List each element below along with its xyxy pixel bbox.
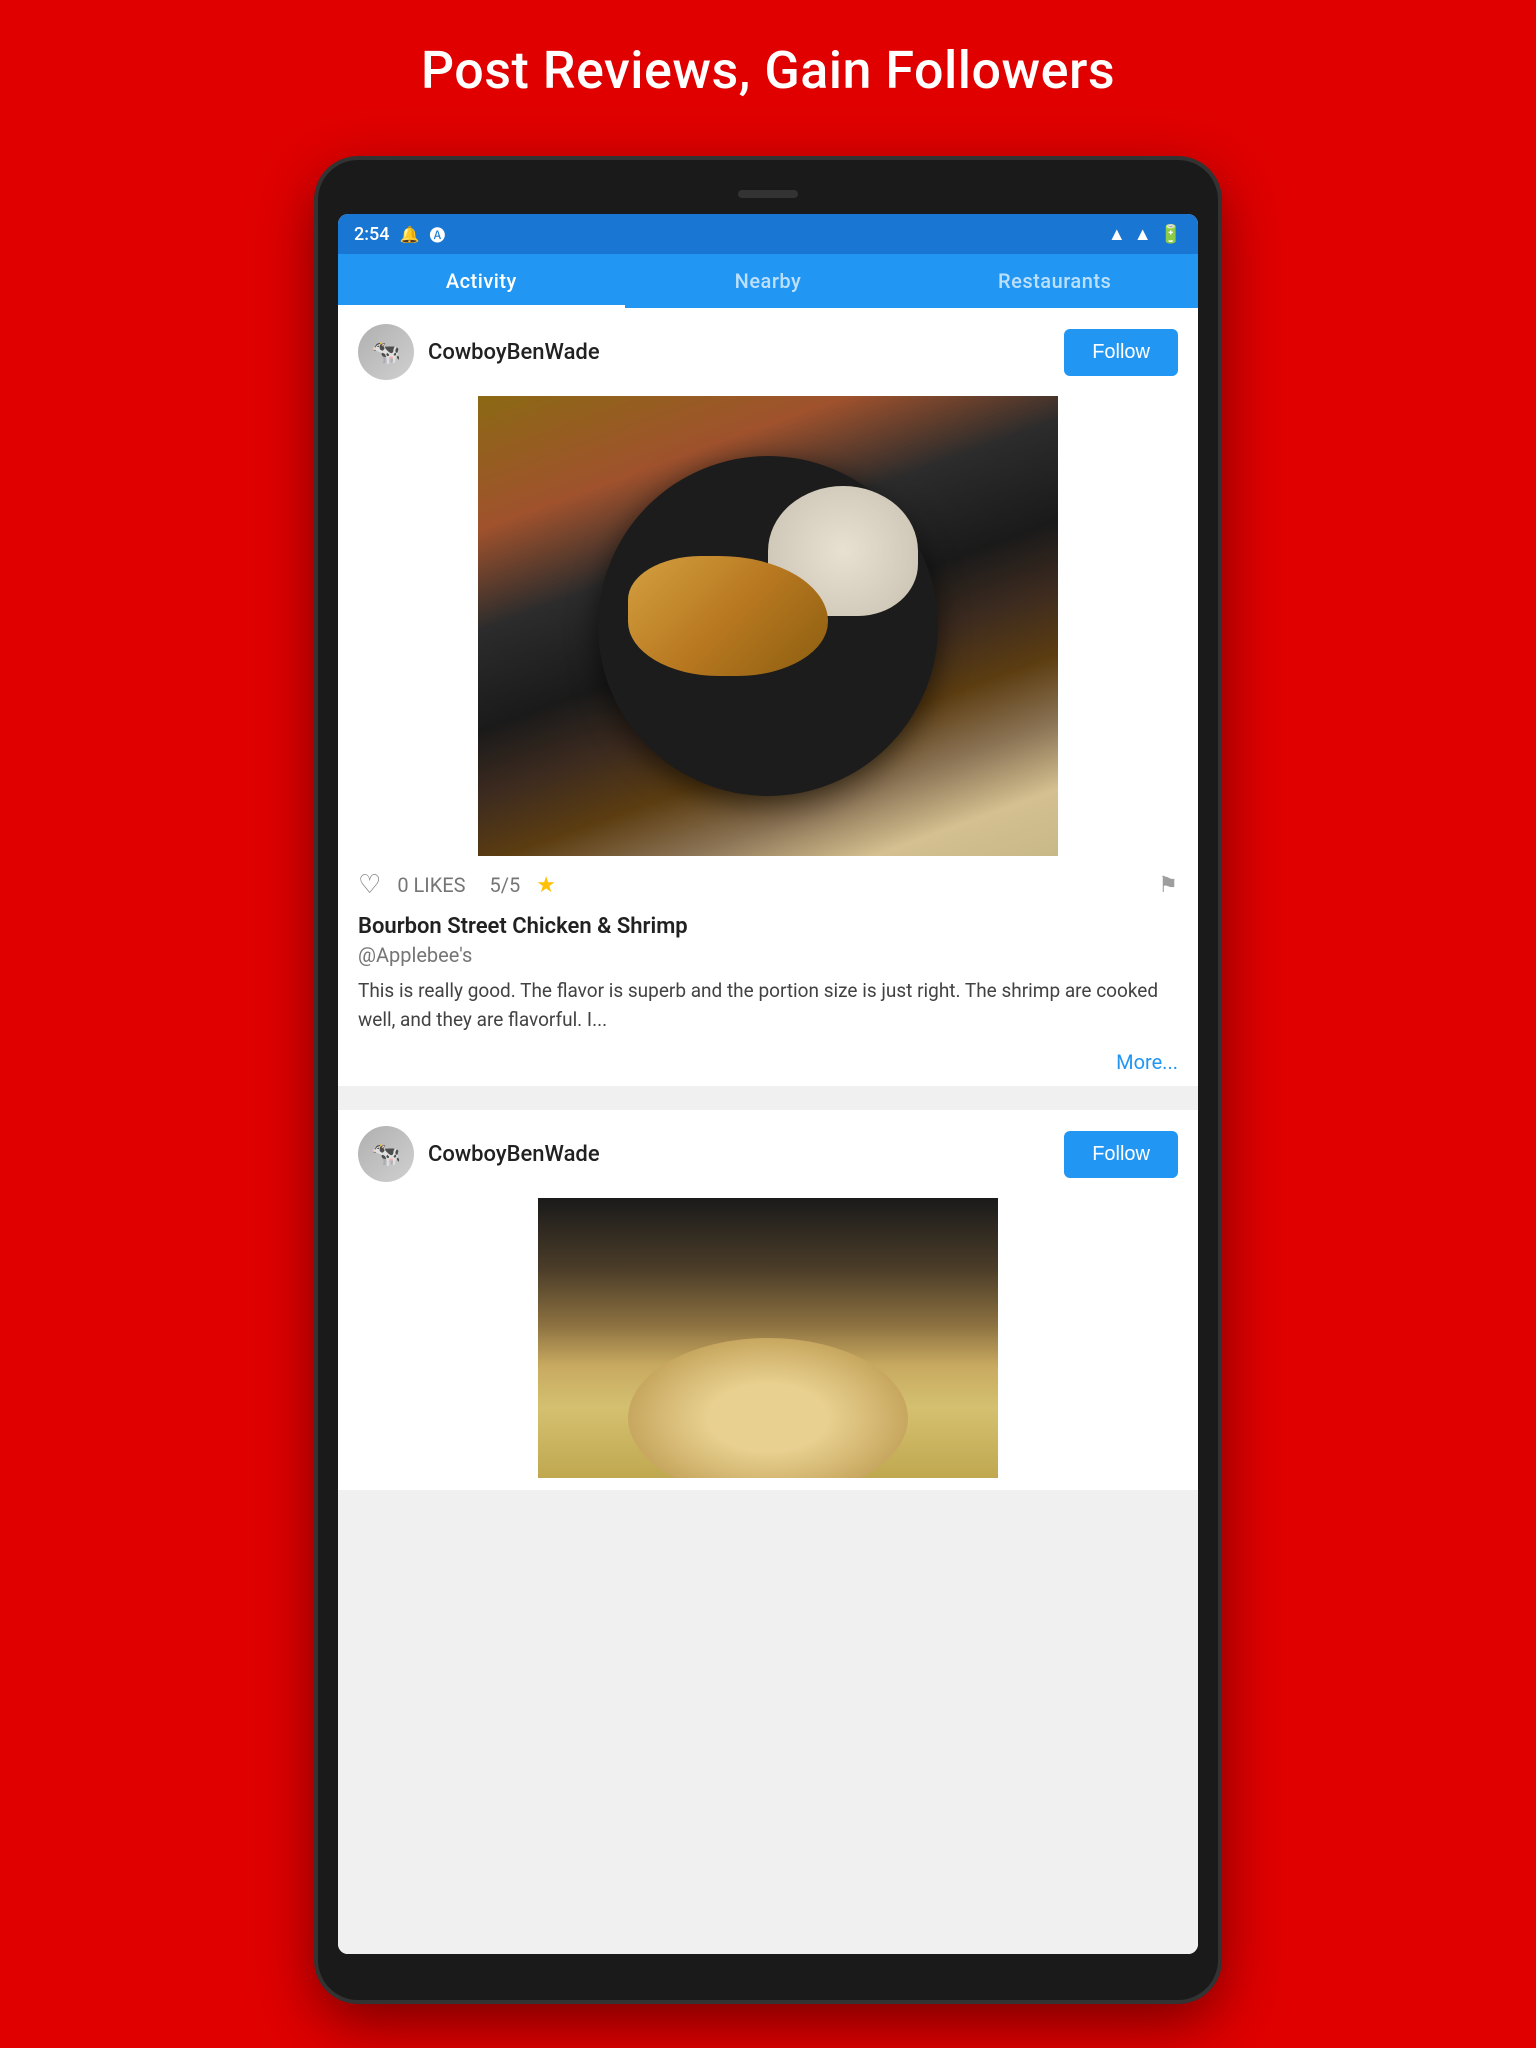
signal-icon: ▲ — [1134, 224, 1152, 245]
status-bar: 2:54 🔔 🅐 ▲ ▲ 🔋 — [338, 214, 1198, 254]
food-image-inner — [478, 396, 1058, 856]
post-card: 🐄 CowboyBenWade Follow — [338, 308, 1198, 1086]
post-location: @Applebee's — [338, 943, 1198, 977]
flag-icon[interactable]: ⚑ — [1158, 873, 1178, 898]
status-time: 2:54 — [354, 224, 389, 245]
post-header-2: 🐄 CowboyBenWade Follow — [338, 1110, 1198, 1198]
divider — [338, 1098, 1198, 1110]
username-2: CowboyBenWade — [428, 1142, 600, 1167]
post-user-2: 🐄 CowboyBenWade — [358, 1126, 600, 1182]
tab-restaurants[interactable]: Restaurants — [911, 254, 1198, 308]
likes-count: 0 LIKES — [397, 873, 465, 897]
avatar-image: 🐄 — [358, 324, 414, 380]
more-link[interactable]: More... — [338, 1044, 1198, 1074]
status-right: ▲ ▲ 🔋 — [1108, 224, 1182, 245]
tablet-camera — [738, 190, 798, 198]
avatar-image-2: 🐄 — [358, 1126, 414, 1182]
avatar: 🐄 — [358, 324, 414, 380]
follow-button[interactable]: Follow — [1064, 329, 1178, 376]
post-card-2: 🐄 CowboyBenWade Follow — [338, 1110, 1198, 1490]
follow-button-2[interactable]: Follow — [1064, 1131, 1178, 1178]
tablet-frame: 2:54 🔔 🅐 ▲ ▲ 🔋 Activity Nearby Restauran… — [318, 160, 1218, 2000]
letter-icon: 🅐 — [429, 222, 445, 246]
post-user: 🐄 CowboyBenWade — [358, 324, 600, 380]
food-image — [478, 396, 1058, 856]
food-image-2 — [538, 1198, 998, 1478]
wifi-icon: ▲ — [1108, 224, 1126, 245]
status-left: 2:54 🔔 🅐 — [354, 222, 445, 246]
soup-bowl — [628, 1338, 908, 1478]
tablet-screen: 2:54 🔔 🅐 ▲ ▲ 🔋 Activity Nearby Restauran… — [338, 214, 1198, 1954]
tab-activity[interactable]: Activity — [338, 254, 625, 308]
post-actions: ♡ 0 LIKES 5/5 ★ ⚑ — [338, 856, 1198, 914]
page-title: Post Reviews, Gain Followers — [0, 0, 1536, 131]
username: CowboyBenWade — [428, 340, 600, 365]
star-icon: ★ — [536, 873, 556, 898]
rating-text: 5/5 — [490, 873, 521, 897]
post-food-name: Bourbon Street Chicken & Shrimp — [338, 914, 1198, 943]
like-icon[interactable]: ♡ — [358, 870, 381, 900]
post-header: 🐄 CowboyBenWade Follow — [338, 308, 1198, 396]
post-review-text: This is really good. The flavor is super… — [338, 977, 1198, 1044]
notification-icon: 🔔 — [399, 225, 419, 244]
plate — [598, 456, 938, 796]
tab-nearby[interactable]: Nearby — [625, 254, 912, 308]
content-area: 🐄 CowboyBenWade Follow — [338, 308, 1198, 1954]
battery-icon: 🔋 — [1160, 224, 1182, 245]
tab-bar: Activity Nearby Restaurants — [338, 254, 1198, 308]
avatar-2: 🐄 — [358, 1126, 414, 1182]
